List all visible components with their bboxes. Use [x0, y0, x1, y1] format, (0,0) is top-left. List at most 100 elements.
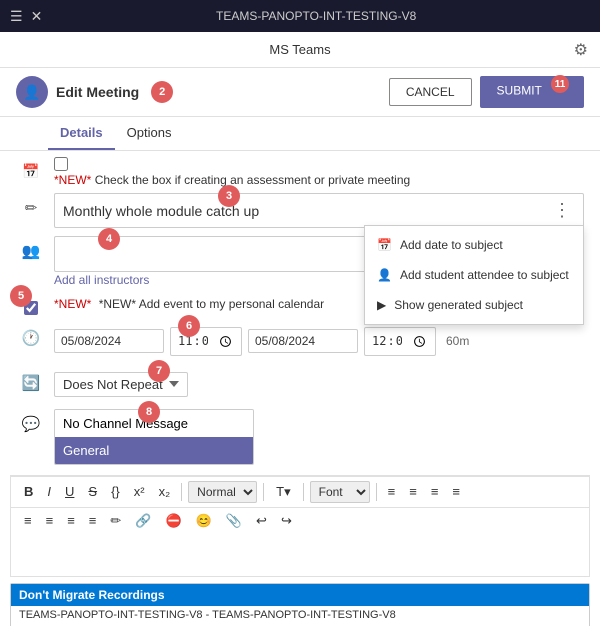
duration-label: 60m	[446, 334, 469, 348]
pencil-icon: ✏	[16, 193, 46, 217]
title-bar: ☰ ✕ TEAMS-PANOPTO-INT-TESTING-V8	[0, 0, 600, 32]
align-left-button[interactable]: ≡	[19, 510, 37, 531]
action-bar: 👤 Edit Meeting 2 CANCEL SUBMIT 11	[0, 68, 600, 117]
datetime-inner: 60m	[54, 323, 584, 360]
app-title: TEAMS-PANOPTO-INT-TESTING-V8	[42, 9, 590, 23]
new-label-2: *NEW*	[54, 297, 91, 311]
personal-calendar-label: *NEW* *NEW* Add event to my personal cal…	[54, 295, 324, 311]
circle-6: 6	[178, 315, 200, 337]
repeat-inner: Does Not Repeat	[54, 368, 584, 401]
align-justify-button[interactable]: ≡	[84, 510, 102, 531]
people-icon: 👥	[16, 236, 46, 260]
highlight-button[interactable]: ✏	[105, 510, 126, 532]
cancel-button[interactable]: CANCEL	[389, 78, 472, 106]
circle-3: 3	[218, 185, 240, 207]
numbered-list-button[interactable]: ≡	[404, 481, 422, 502]
bold-button[interactable]: B	[19, 481, 38, 502]
channel-option-general[interactable]: General	[55, 437, 253, 464]
font-select[interactable]: Font	[310, 481, 370, 503]
dropdown-add-date[interactable]: 📅 Add date to subject	[365, 230, 583, 260]
assessment-checkbox[interactable]	[54, 157, 68, 171]
attachment-button[interactable]: 📎	[221, 510, 247, 532]
toolbar-row-1: B I U S {} x² x₂ Normal T▾ Font ≡ ≡ ≡ ≡	[11, 476, 589, 508]
italic-button[interactable]: I	[42, 481, 56, 502]
start-date-input[interactable]	[54, 329, 164, 353]
end-date-input[interactable]	[248, 329, 358, 353]
circle-8: 8	[138, 401, 160, 423]
repeat-row-outer: 🔄 Does Not Repeat 7	[0, 364, 600, 405]
link-button[interactable]: 🔗	[130, 510, 156, 532]
chat-icon: 💬	[16, 409, 46, 433]
underline-button[interactable]: U	[60, 481, 79, 502]
tabs-row: Details Options	[0, 117, 600, 151]
sub-header: MS Teams ⚙	[0, 32, 600, 68]
recordings-outer: Don't Migrate Recordings TEAMS-PANOPTO-I…	[0, 583, 600, 626]
add-instructors-link[interactable]: Add all instructors	[54, 273, 149, 287]
undo-button[interactable]: ↩	[251, 510, 272, 532]
dropdown-add-student[interactable]: 👤 Add student attendee to subject	[365, 260, 583, 290]
avatar: 👤	[16, 76, 48, 108]
calendar-icon: 📅	[22, 163, 39, 180]
align-center-button[interactable]: ≡	[41, 510, 59, 531]
recordings-header: Don't Migrate Recordings	[11, 584, 589, 606]
recordings-item-main[interactable]: TEAMS-PANOPTO-INT-TESTING-V8 - TEAMS-PAN…	[11, 606, 589, 624]
end-time-input[interactable]	[364, 327, 436, 356]
dropdown-show-subject[interactable]: ▶ Show generated subject	[365, 290, 583, 320]
edit-meeting-label: Edit Meeting	[56, 84, 139, 100]
meeting-title-input[interactable]	[63, 203, 549, 219]
superscript-button[interactable]: x²	[129, 481, 150, 502]
circle-11: 11	[551, 75, 569, 93]
submit-button[interactable]: SUBMIT 11	[480, 76, 584, 108]
title-bar-left: ☰ ✕	[10, 8, 42, 25]
title-input-area: ⋮ 📅 Add date to subject 👤 Add student at…	[54, 193, 584, 228]
recordings-section: Don't Migrate Recordings TEAMS-PANOPTO-I…	[10, 583, 590, 626]
calendar-small-icon: 📅	[377, 238, 392, 252]
circle-7: 7	[148, 360, 170, 382]
redo-button[interactable]: ↪	[276, 510, 297, 532]
calendar-check-icon: 5	[16, 295, 46, 315]
play-icon: ▶	[377, 298, 386, 312]
toolbar-row-2: ≡ ≡ ≡ ≡ ✏ 🔗 ⛔ 😊 📎 ↩ ↪	[11, 508, 589, 536]
recordings-list: TEAMS-PANOPTO-INT-TESTING-V8 - TEAMS-PAN…	[11, 606, 589, 626]
unlink-button[interactable]: ⛔	[160, 510, 186, 532]
text-color-icon[interactable]: T▾	[270, 484, 296, 500]
subscript-button[interactable]: x₂	[154, 481, 176, 502]
code-button[interactable]: {}	[106, 481, 125, 502]
repeat-icon: 🔄	[16, 368, 46, 392]
hamburger-icon[interactable]: ☰	[10, 8, 23, 25]
indent-button[interactable]: ≡	[426, 481, 444, 502]
editor-area: B I U S {} x² x₂ Normal T▾ Font ≡ ≡ ≡ ≡ …	[10, 475, 590, 577]
meeting-title-wrapper: ⋮	[54, 193, 584, 228]
gear-icon[interactable]: ⚙	[574, 40, 588, 60]
align-right-button[interactable]: ≡	[62, 510, 80, 531]
checkbox-inner	[54, 157, 410, 171]
channel-area: No Channel Message General 8	[54, 409, 584, 465]
edit-meeting-section: 👤 Edit Meeting 2	[16, 76, 381, 108]
repeat-area: Does Not Repeat 7	[54, 368, 584, 401]
content-editable-area[interactable]	[11, 536, 589, 576]
checkbox-icon-area: 📅	[16, 157, 46, 180]
emoji-button[interactable]: 😊	[191, 510, 217, 532]
three-dot-menu[interactable]: ⋮	[549, 200, 575, 221]
outdent-button[interactable]: ≡	[447, 481, 465, 502]
title-dropdown-menu: 📅 Add date to subject 👤 Add student atte…	[364, 225, 584, 325]
tab-details[interactable]: Details	[48, 117, 115, 150]
toolbar-divider-1	[181, 483, 182, 501]
datetime-row-outer: 🕐 60m 6	[0, 319, 600, 364]
datetime-area: 60m 6	[54, 323, 584, 360]
checkbox-note: Check the box if creating an assessment …	[95, 173, 411, 187]
channel-row-outer: 💬 No Channel Message General 8	[0, 405, 600, 469]
clock-icon: 🕐	[16, 323, 46, 347]
tab-options[interactable]: Options	[115, 117, 184, 150]
sub-title: MS Teams	[269, 42, 330, 57]
style-select[interactable]: Normal	[188, 481, 257, 503]
strikethrough-button[interactable]: S	[83, 481, 102, 502]
main-content: 👤 Edit Meeting 2 CANCEL SUBMIT 11 Detail…	[0, 68, 600, 626]
close-icon[interactable]: ✕	[31, 8, 43, 25]
student-icon: 👤	[377, 268, 392, 282]
bullet-list-button[interactable]: ≡	[383, 481, 401, 502]
circle-2: 2	[151, 81, 173, 103]
new-label-1: *NEW*	[54, 173, 91, 187]
toolbar-divider-4	[376, 483, 377, 501]
checkbox-row: 📅 *NEW* Check the box if creating an ass…	[0, 151, 600, 189]
